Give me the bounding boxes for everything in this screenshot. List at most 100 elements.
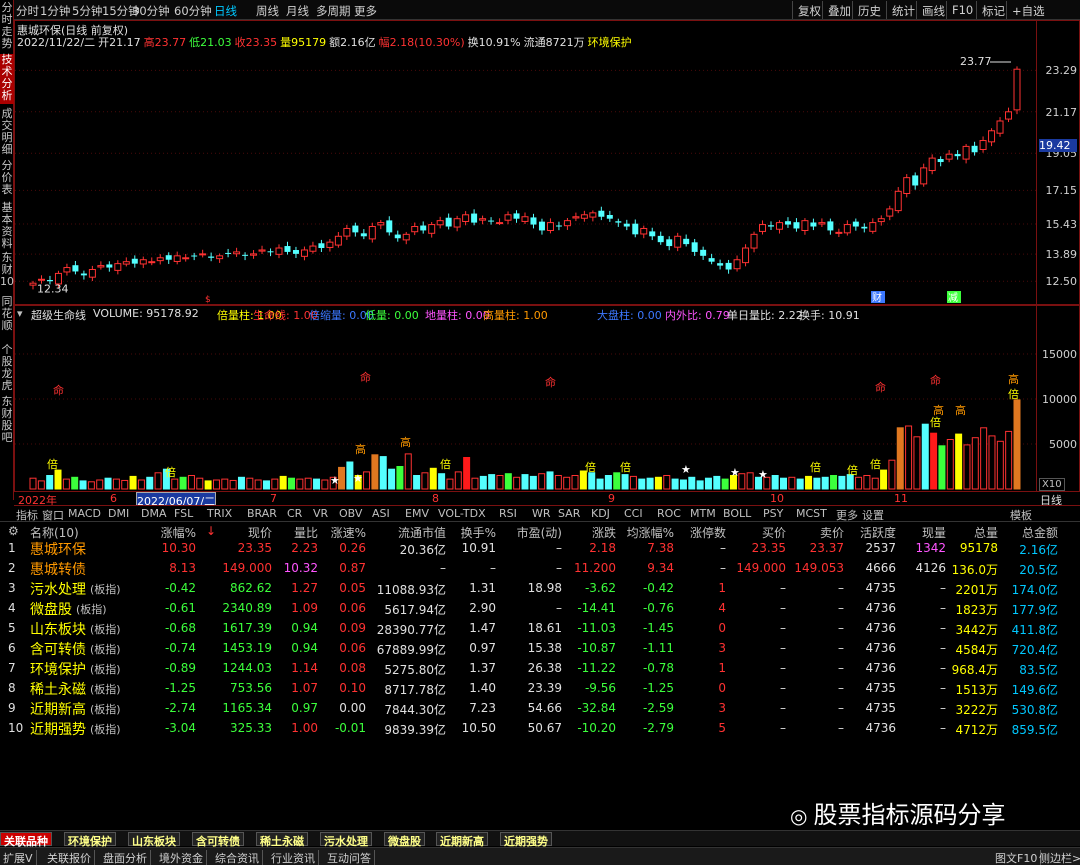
indicator-tab-21[interactable]: BOLL — [723, 507, 751, 520]
period-2[interactable]: 5分钟 — [72, 3, 102, 19]
indicator-tab-7[interactable]: BRAR — [247, 507, 277, 520]
toolbar-right-7[interactable]: +自选 — [1006, 1, 1050, 19]
left-tab-3[interactable]: 分价表 — [0, 160, 14, 198]
row-name[interactable]: 山东板块 — [30, 619, 86, 639]
period-9[interactable]: 多周期 — [316, 3, 351, 19]
status-right-1[interactable]: 侧边栏> — [1036, 850, 1080, 865]
indicator-tab-19[interactable]: ROC — [657, 507, 681, 520]
row-name[interactable]: 惠城环保 — [30, 539, 86, 559]
indicator-tab-2[interactable]: MACD — [68, 507, 101, 520]
indicator-tab-11[interactable]: ASI — [372, 507, 390, 520]
table-row[interactable]: 4 微盘股 (板指) -0.61 2340.89 1.09 0.06 5617.94亿 2.90… — [0, 599, 1080, 619]
settings-gear-icon[interactable]: ⚙ — [8, 524, 19, 538]
indicator-tab-16[interactable]: SAR — [558, 507, 580, 520]
toolbar-right-6[interactable]: 标记 — [976, 1, 1010, 19]
related-tab-4[interactable]: 稀土永磁 — [256, 832, 308, 848]
left-tab-8[interactable]: 东财股吧 — [0, 396, 14, 444]
indicator-tab-12[interactable]: EMV — [405, 507, 429, 520]
indicator-tab-15[interactable]: WR — [532, 507, 551, 520]
table-row[interactable]: 2 惠城转债 8.13 149.000 10.32 0.87– – –11.200 9.34–1… — [0, 559, 1080, 579]
left-tab-4[interactable]: 基本资料 — [0, 202, 14, 250]
table-row[interactable]: 8 稀土永磁 (板指) -1.25 753.56 1.07 0.10 8717.78亿 1.40… — [0, 679, 1080, 699]
volume-plot[interactable]: 命命命命命高高高高高倍倍倍倍倍倍倍倍倍倍★ ★★ ★ ★ — [15, 306, 1037, 491]
status-item-2[interactable]: 盘面分析 — [100, 850, 151, 865]
toolbar-right-4[interactable]: 画线 — [916, 1, 950, 19]
indicator-tab-10[interactable]: OBV — [339, 507, 362, 520]
candle-body — [572, 216, 580, 219]
period-6[interactable]: 日线 — [214, 3, 237, 19]
indicator-tab-23[interactable]: MCST — [796, 507, 827, 520]
status-item-1[interactable]: 关联报价 — [44, 850, 95, 865]
indicator-tab-14[interactable]: RSI — [499, 507, 517, 520]
status-item-6[interactable]: 互动问答 — [324, 850, 375, 865]
status-item-3[interactable]: 境外资金 — [156, 850, 207, 865]
related-tab-0[interactable]: 关联品种 — [0, 832, 52, 848]
indicator-tab-20[interactable]: MTM — [690, 507, 716, 520]
related-tab-6[interactable]: 微盘股 — [384, 832, 425, 848]
period-7[interactable]: 周线 — [256, 3, 279, 19]
period-10[interactable]: 更多 — [354, 3, 377, 19]
related-tab-5[interactable]: 污水处理 — [320, 832, 372, 848]
period-8[interactable]: 月线 — [286, 3, 309, 19]
candlestick-plot[interactable]: 23.77 12.34 财 减 $ — [15, 21, 1037, 304]
row-name[interactable]: 环境保护 — [30, 659, 86, 679]
period-0[interactable]: 分时 — [16, 3, 39, 19]
sort-arrow-icon[interactable]: ↓ — [206, 524, 216, 538]
related-tab-7[interactable]: 近期新高 — [436, 832, 488, 848]
indicator-tab-18[interactable]: CCI — [624, 507, 643, 520]
status-item-0[interactable]: 扩展V — [0, 850, 37, 865]
indicator-tab-17[interactable]: KDJ — [591, 507, 610, 520]
row-name[interactable]: 稀土永磁 — [30, 679, 86, 699]
indicator-tab-13[interactable]: VOL-TDX — [438, 507, 486, 520]
candle-body — [208, 256, 215, 258]
volume-chart-pane[interactable]: 超级生命线 VOLUME: 95178.92 倍量柱: 1.00 生命线: 1.00 倍… — [14, 305, 1080, 492]
left-tab-6[interactable]: 同花顺 — [0, 296, 14, 340]
toolbar-right-3[interactable]: 统计 — [886, 1, 920, 19]
toolbar-right-0[interactable]: 复权 — [792, 1, 826, 19]
kline-chart-pane[interactable]: 惠城环保(日线 前复权) 2022/11/22/二 开21.17 高23.77 低21… — [14, 20, 1080, 305]
related-tab-3[interactable]: 含可转债 — [192, 832, 244, 848]
table-cell: 149.000 — [736, 561, 786, 575]
indicator-tab-4[interactable]: DMA — [141, 507, 167, 520]
row-name[interactable]: 惠城转债 — [30, 559, 86, 579]
indicator-tab-22[interactable]: PSY — [763, 507, 783, 520]
status-item-4[interactable]: 综合资讯 — [212, 850, 263, 865]
toolbar-right-5[interactable]: F10 — [946, 1, 978, 19]
table-row[interactable]: 9 近期新高 (板指) -2.74 1165.34 0.97 0.00 7844.30亿 7.2… — [0, 699, 1080, 719]
row-name[interactable]: 污水处理 — [30, 579, 86, 599]
indicator-tab-6[interactable]: TRIX — [207, 507, 232, 520]
table-row[interactable]: 6 含可转债 (板指) -0.74 1453.19 0.94 0.06 67889.99亿 0.… — [0, 639, 1080, 659]
indicator-tab-9[interactable]: VR — [313, 507, 328, 520]
table-cell: 54.66 — [527, 701, 562, 715]
related-tab-2[interactable]: 山东板块 — [128, 832, 180, 848]
row-name[interactable]: 近期强势 — [30, 719, 86, 739]
table-row[interactable]: 10 近期强势 (板指) -3.04 325.33 1.00 -0.01 9839.39亿 10… — [0, 719, 1080, 739]
volume-bar — [504, 473, 512, 490]
table-cell: 1823万 — [955, 603, 998, 617]
left-tab-7[interactable]: 个股龙虎 — [0, 344, 14, 392]
toolbar-right-1[interactable]: 叠加 — [822, 1, 856, 19]
left-tab-5[interactable]: 东财10 — [0, 252, 14, 292]
toolbar-right-2[interactable]: 历史 — [852, 1, 886, 19]
indicator-tab-5[interactable]: FSL — [174, 507, 193, 520]
row-number: 4 — [8, 601, 16, 615]
table-row[interactable]: 1 惠城环保 10.30 23.35 2.23 0.26 20.36亿 10.91 – 2.18 7… — [0, 539, 1080, 559]
period-5[interactable]: 60分钟 — [174, 3, 212, 19]
row-name[interactable]: 含可转债 — [30, 639, 86, 659]
indicator-tab-8[interactable]: CR — [287, 507, 302, 520]
table-row[interactable]: 7 环境保护 (板指) -0.89 1244.03 1.14 0.08 5275.80亿 1.3… — [0, 659, 1080, 679]
left-tab-1[interactable]: 技术分析 — [0, 54, 14, 104]
status-item-5[interactable]: 行业资讯 — [268, 850, 319, 865]
left-tab-0[interactable]: 分时走势 — [0, 2, 14, 52]
status-right-0[interactable]: 图文F10 — [992, 850, 1042, 865]
row-name[interactable]: 微盘股 — [30, 599, 72, 619]
related-tab-8[interactable]: 近期强势 — [500, 832, 552, 848]
related-tab-1[interactable]: 环境保护 — [64, 832, 116, 848]
table-row[interactable]: 3 污水处理 (板指) -0.42 862.62 1.27 0.05 11088.93亿 1.3… — [0, 579, 1080, 599]
indicator-tab-3[interactable]: DMI — [108, 507, 129, 520]
table-row[interactable]: 5 山东板块 (板指) -0.68 1617.39 0.94 0.09 28390.77亿 1.… — [0, 619, 1080, 639]
period-4[interactable]: 30分钟 — [132, 3, 170, 19]
row-name[interactable]: 近期新高 — [30, 699, 86, 719]
left-tab-2[interactable]: 成交明细 — [0, 108, 14, 156]
period-1[interactable]: 1分钟 — [40, 3, 70, 19]
